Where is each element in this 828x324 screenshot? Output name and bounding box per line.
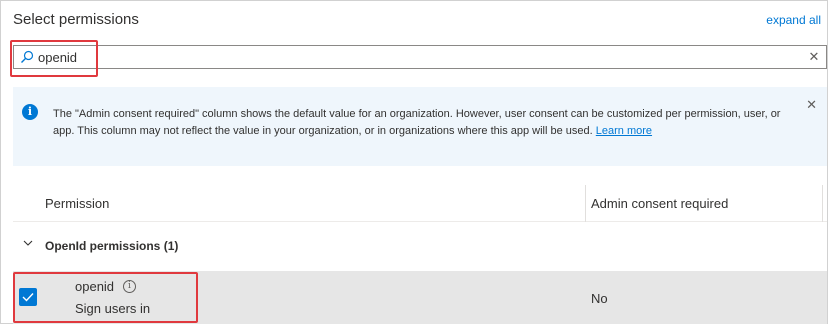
page-title: Select permissions	[13, 11, 139, 28]
column-header-permission[interactable]: Permission	[45, 196, 109, 211]
permissions-panel: Select permissions expand all ✕ i The "A…	[0, 0, 828, 324]
close-icon[interactable]: ✕	[806, 97, 817, 113]
permission-checkbox[interactable]	[19, 288, 37, 306]
column-divider[interactable]	[822, 185, 823, 222]
search-input[interactable]	[38, 48, 798, 66]
permission-group-header[interactable]: OpenId permissions (1)	[13, 231, 827, 261]
learn-more-link[interactable]: Learn more	[596, 125, 652, 137]
table-header: Permission Admin consent required	[13, 185, 827, 222]
info-icon[interactable]: i	[123, 280, 136, 293]
info-banner: i The "Admin consent required" column sh…	[13, 87, 827, 166]
close-icon[interactable]: ✕	[806, 48, 822, 66]
permission-name: openid	[75, 279, 115, 294]
info-text: The "Admin consent required" column show…	[53, 106, 793, 139]
column-divider[interactable]	[585, 185, 586, 222]
info-message: The "Admin consent required" column show…	[53, 108, 781, 137]
info-icon: i	[22, 104, 38, 120]
checkmark-icon	[22, 293, 34, 302]
column-header-admin-consent[interactable]: Admin consent required	[591, 196, 728, 211]
group-label: OpenId permissions (1)	[45, 239, 179, 253]
expand-all-link[interactable]: expand all	[766, 13, 821, 27]
table-row[interactable]: openid i Sign users in No	[13, 271, 827, 324]
chevron-down-icon[interactable]	[23, 238, 33, 248]
search-box[interactable]: ✕	[13, 45, 827, 69]
admin-consent-value: No	[591, 291, 608, 306]
permission-description: Sign users in	[75, 301, 151, 316]
search-icon	[21, 50, 34, 63]
